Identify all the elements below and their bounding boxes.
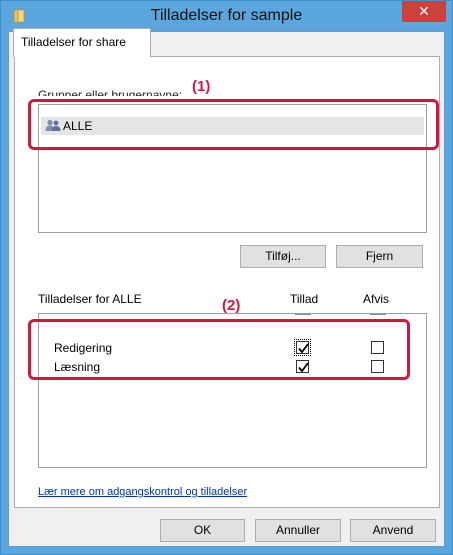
close-icon: ✕ — [418, 3, 430, 19]
callout-box-2 — [28, 319, 410, 380]
remove-button[interactable]: Fjern — [336, 245, 423, 268]
deny-column-header: Afvis — [363, 292, 390, 306]
cancel-button-label: Annuller — [275, 523, 321, 537]
help-link[interactable]: Lær mere om adgangskontrol og tilladelse… — [38, 486, 247, 498]
remove-button-label: Fjern — [365, 249, 394, 263]
apply-button-label: Anvend — [372, 523, 414, 537]
apply-button[interactable]: Anvend — [350, 519, 436, 542]
permissions-header: Tilladelser for ALLE — [38, 292, 142, 306]
tab-label: Tilladelser for share — [21, 35, 126, 49]
add-button[interactable]: Tilføj... — [240, 245, 326, 268]
callout-label-1: (1) — [192, 78, 211, 95]
callout-box-1 — [28, 99, 439, 150]
cancel-button[interactable]: Annuller — [255, 519, 341, 542]
add-button-label: Tilføj... — [265, 249, 301, 263]
ok-button[interactable]: OK — [160, 519, 245, 542]
allow-column-header: Tillad — [290, 292, 319, 306]
callout-label-2: (2) — [222, 297, 241, 314]
close-button[interactable]: ✕ — [402, 1, 446, 22]
window-title: Tilladelser for sample — [150, 7, 303, 24]
groups-label: Grupper eller brugernavne: — [38, 88, 183, 96]
tab-share-permissions[interactable]: Tilladelser for share — [13, 28, 151, 57]
divider — [370, 314, 386, 315]
ok-button-label: OK — [193, 523, 212, 537]
divider — [295, 314, 311, 315]
